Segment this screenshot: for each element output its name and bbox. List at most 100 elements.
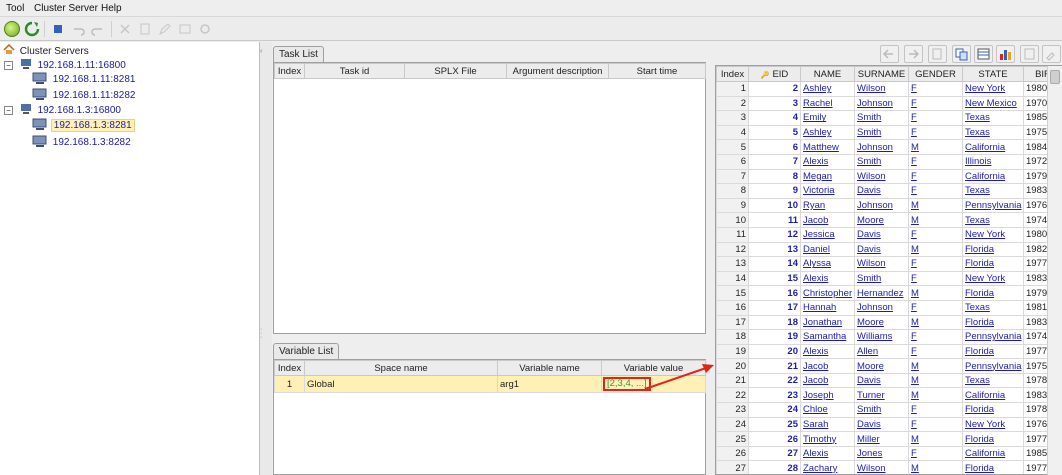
cell-gender[interactable]: F [908, 299, 963, 316]
cell-name[interactable]: Hannah [800, 299, 855, 316]
table-row[interactable]: 19 20 Alexis Allen F Florida 1977 [716, 343, 1062, 360]
table-row[interactable]: 9 10 Ryan Johnson M Pennsylvania 1976 [716, 197, 1062, 214]
cell-surname[interactable]: Williams [854, 329, 909, 345]
cell-state[interactable]: Illinois [962, 153, 1024, 170]
cell-gender[interactable]: F [908, 256, 963, 272]
table-view-icon[interactable] [974, 45, 993, 63]
cell-name[interactable]: Ashley [800, 124, 855, 141]
table-row[interactable]: 18 19 Samantha Williams F Pennsylvania 1974 [716, 329, 1062, 345]
table-row[interactable]: 26 27 Alexis Jones F California 1985 [716, 445, 1062, 462]
cell-state[interactable]: Florida [962, 314, 1024, 331]
tree-node-server-2[interactable]: − 192.168.1.3:16800 [4, 103, 123, 117]
find-icon[interactable] [928, 45, 947, 63]
table-row[interactable]: 6 7 Alexis Smith F Illinois 1972 [716, 153, 1062, 170]
table-row[interactable]: 12 13 Daniel Davis M Florida 1982 [716, 241, 1062, 258]
chart-icon[interactable] [996, 45, 1015, 63]
task-column-task-id[interactable]: Task id [304, 63, 405, 79]
task-column-splx-file[interactable]: SPLX File [404, 63, 507, 79]
cell-surname[interactable]: Davis [854, 226, 909, 243]
cell-surname[interactable]: Davis [854, 183, 909, 199]
data-column-gender[interactable]: GENDER [908, 66, 963, 82]
cell-state[interactable]: Florida [962, 256, 1024, 272]
cell-gender[interactable]: F [908, 402, 963, 418]
table-row[interactable]: 1 2 Ashley Wilson F New York 1980 [716, 81, 1062, 97]
cell-name[interactable]: Victoria [800, 183, 855, 199]
table-row[interactable]: 14 15 Alexis Smith F New York 1983 [716, 270, 1062, 287]
table-row[interactable]: 21 22 Jacob Davis M Texas 1978 [716, 372, 1062, 389]
variable-column-variable-name[interactable]: Variable name [497, 360, 602, 376]
cell-gender[interactable]: F [908, 183, 963, 199]
table-row[interactable]: 17 18 Jonathan Moore M Florida 1983 [716, 314, 1062, 331]
task-column-argument-description[interactable]: Argument description [506, 63, 609, 79]
table-row[interactable]: 4 5 Ashley Smith F Texas 1975 [716, 124, 1062, 141]
menu-help[interactable]: Help [101, 3, 122, 14]
cell-state[interactable]: Pennsylvania [962, 358, 1024, 374]
cell-name[interactable]: Rachel [800, 95, 855, 112]
tree-root[interactable]: Cluster Servers [3, 43, 91, 58]
tab-task-list[interactable]: Task List [273, 46, 324, 62]
cell-state[interactable]: California [962, 139, 1024, 155]
table-row[interactable]: 27 28 Zachary Wilson M Florida 1977 [716, 460, 1062, 474]
cell-state[interactable]: California [962, 387, 1024, 404]
cell-surname[interactable]: Turner [854, 387, 909, 404]
cell-name[interactable]: Alexis [800, 153, 855, 170]
cell-surname[interactable]: Miller [854, 431, 909, 447]
cell-state[interactable]: California [962, 445, 1024, 462]
cell-name[interactable]: Jacob [800, 372, 855, 389]
cell-state[interactable]: Florida [962, 431, 1024, 447]
table-row[interactable]: 7 8 Megan Wilson F California 1979 [716, 168, 1062, 185]
cell-gender[interactable]: M [908, 212, 963, 228]
menu-tool[interactable]: Tool [6, 3, 24, 14]
table-row[interactable]: 22 23 Joseph Turner M California 1983 [716, 387, 1062, 404]
pin-icon[interactable] [1042, 45, 1061, 63]
cell-gender[interactable]: F [908, 110, 963, 126]
cell-surname[interactable]: Smith [854, 124, 909, 141]
cell-state[interactable]: New York [962, 416, 1024, 433]
table-row[interactable]: 5 6 Matthew Johnson M California 1984 [716, 139, 1062, 155]
cell-surname[interactable]: Wilson [854, 168, 909, 185]
table-row[interactable]: 16 17 Hannah Johnson F Texas 1981 [716, 299, 1062, 316]
tree-leaf-selected[interactable]: 192.168.1.3:8281 [32, 118, 135, 132]
cell-surname[interactable]: Johnson [854, 95, 909, 112]
tab-variable-list[interactable]: Variable List [273, 343, 340, 359]
cell-name[interactable]: Samantha [800, 329, 855, 345]
task-column-index[interactable]: Index [274, 63, 305, 79]
table-row[interactable]: 8 9 Victoria Davis F Texas 1983 [716, 183, 1062, 199]
cell-surname[interactable]: Wilson [854, 460, 909, 474]
cell-gender[interactable]: M [908, 197, 963, 214]
cell-state[interactable]: New York [962, 226, 1024, 243]
table-row[interactable]: 24 25 Sarah Davis F New York 1976 [716, 416, 1062, 433]
cell-state[interactable]: Florida [962, 402, 1024, 418]
table-row[interactable]: 11 12 Jessica Davis F New York 1980 [716, 226, 1062, 243]
cell-state[interactable]: Florida [962, 460, 1024, 474]
cell-surname[interactable]: Moore [854, 212, 909, 228]
cell-surname[interactable]: Johnson [854, 197, 909, 214]
cell-state[interactable]: New York [962, 270, 1024, 287]
cell-name[interactable]: Jacob [800, 212, 855, 228]
cell-state[interactable]: Florida [962, 285, 1024, 301]
cell-name[interactable]: Jessica [800, 226, 855, 243]
cell-name[interactable]: Joseph [800, 387, 855, 404]
cell-gender[interactable]: M [908, 241, 963, 258]
cell-state[interactable]: Pennsylvania [962, 329, 1024, 345]
cell-surname[interactable]: Wilson [854, 256, 909, 272]
stop-icon[interactable] [50, 21, 66, 37]
cell-state[interactable]: Texas [962, 124, 1024, 141]
task-column-start-time[interactable]: Start time [608, 63, 706, 79]
cell-surname[interactable]: Davis [854, 241, 909, 258]
cell-state[interactable]: Texas [962, 183, 1024, 199]
cell-gender[interactable]: M [908, 139, 963, 155]
cell-gender[interactable]: M [908, 372, 963, 389]
refresh-icon[interactable] [24, 21, 40, 37]
cell-name[interactable]: Alexis [800, 343, 855, 360]
tree-node-server-1[interactable]: − 192.168.1.11:16800 [4, 58, 128, 72]
cell-gender[interactable]: F [908, 124, 963, 141]
table-row[interactable]: 2 3 Rachel Johnson F New Mexico 1970 [716, 95, 1062, 112]
data-column-surname[interactable]: SURNAME [854, 66, 909, 82]
menu-cluster-server[interactable]: Cluster Server [34, 3, 98, 14]
cell-state[interactable]: Florida [962, 241, 1024, 258]
collapse-icon[interactable]: − [4, 61, 13, 70]
cell-gender[interactable]: F [908, 153, 963, 170]
cell-surname[interactable]: Johnson [854, 139, 909, 155]
cell-surname[interactable]: Davis [854, 372, 909, 389]
